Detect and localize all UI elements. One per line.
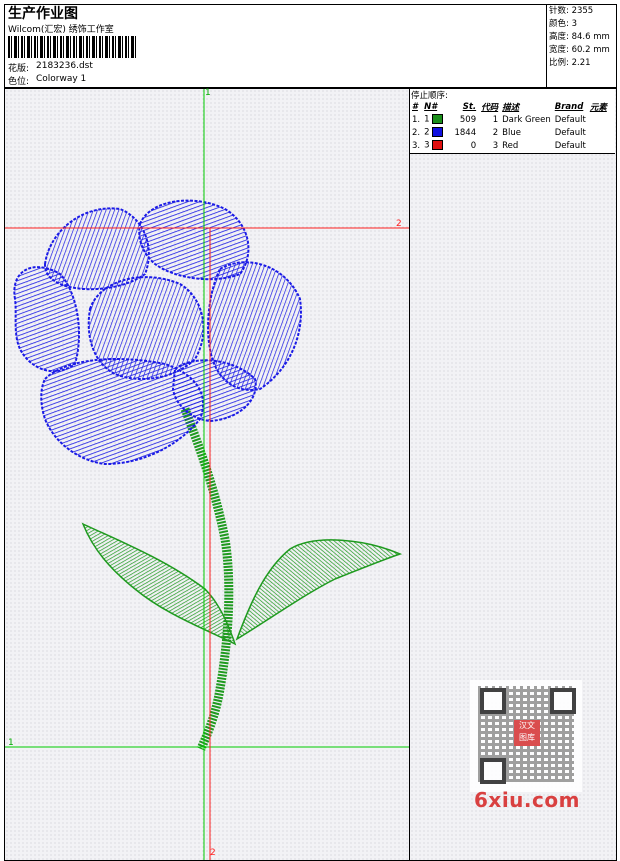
flower-head	[13, 199, 302, 466]
col-num: #	[412, 101, 418, 112]
row-code: 3	[492, 140, 499, 151]
page-title: 生产作业图	[8, 6, 78, 22]
right-leaf	[235, 539, 403, 641]
row-desc: Red	[502, 140, 519, 151]
col-n: N#	[424, 101, 438, 112]
stop-sequence-table-wrap: # N# St. 代码 描述 Brand 元素 1. 1 509 1 Dark …	[410, 100, 609, 152]
row-element	[588, 113, 609, 126]
row-st: 509	[459, 114, 477, 125]
row-n: 2	[422, 126, 448, 139]
stat-height: 高度: 84.6 mm	[549, 32, 610, 42]
col-desc: 描述	[502, 102, 520, 113]
swatch-red	[432, 140, 444, 151]
row-brand: Default	[554, 127, 586, 138]
embroidery-design	[5, 89, 409, 860]
stat-scale: 比例: 2.21	[549, 58, 591, 68]
marker-vertical-1: 1	[205, 88, 211, 98]
stat-width: 宽度: 60.2 mm	[549, 45, 610, 55]
company-name: Wilcom(汇宏) 绣饰工作室	[8, 25, 114, 35]
colorway-label: 色位:	[8, 77, 30, 87]
col-code: 代码	[481, 102, 499, 113]
qr-finder-tl	[480, 688, 506, 714]
row-desc: Dark Green	[502, 114, 551, 125]
table-row: 1. 1 509 1 Dark Green Default	[410, 113, 609, 126]
row-num: 2.	[412, 127, 421, 138]
table-row: 2. 2 1844 2 Blue Default	[410, 126, 609, 139]
col-st: St.	[462, 101, 477, 112]
col-brand: Brand	[554, 101, 584, 112]
qr-center-stamp: 汉文 图库	[514, 720, 540, 746]
design-value: 2183236.dst	[36, 61, 93, 71]
table-divider	[410, 153, 615, 154]
watermark-qr: 汉文 图库	[470, 680, 582, 792]
row-num: 1.	[412, 114, 421, 125]
qr-finder-tr	[550, 688, 576, 714]
row-code: 2	[492, 127, 499, 138]
row-n: 3	[422, 139, 448, 152]
row-st: 0	[470, 140, 477, 151]
design-label: 花版:	[8, 64, 30, 74]
qr-finder-bl	[480, 758, 506, 784]
row-element	[588, 126, 609, 139]
left-leaf	[81, 522, 237, 646]
col-element: 元素	[589, 102, 607, 113]
table-row: 3. 3 0 3 Red Default	[410, 139, 609, 152]
stat-stitches: 针数: 2355	[549, 6, 594, 16]
stop-sequence-table: # N# St. 代码 描述 Brand 元素 1. 1 509 1 Dark …	[410, 100, 609, 152]
swatch-dark-green	[432, 114, 444, 125]
row-brand: Default	[554, 140, 586, 151]
row-code: 1	[492, 114, 499, 125]
stats-list: 针数: 2355 颜色: 3 高度: 84.6 mm 宽度: 60.2 mm 比…	[549, 5, 610, 70]
barcode	[8, 36, 138, 58]
row-num: 3.	[412, 140, 421, 151]
stat-colors: 颜色: 3	[549, 19, 577, 29]
colorway-value: Colorway 1	[36, 74, 87, 84]
row-st: 1844	[454, 127, 477, 138]
marker-vertical-2: 2	[210, 848, 216, 858]
row-brand: Default	[554, 114, 586, 125]
marker-horizontal-2: 2	[396, 219, 402, 229]
table-header: # N# St. 代码 描述 Brand 元素	[410, 100, 609, 113]
watermark-site: 6xiu.com	[474, 788, 580, 812]
swatch-blue	[432, 127, 444, 138]
marker-horizontal-1: 1	[8, 738, 14, 748]
row-element	[588, 139, 609, 152]
row-desc: Blue	[502, 127, 521, 138]
row-n: 1	[422, 113, 448, 126]
